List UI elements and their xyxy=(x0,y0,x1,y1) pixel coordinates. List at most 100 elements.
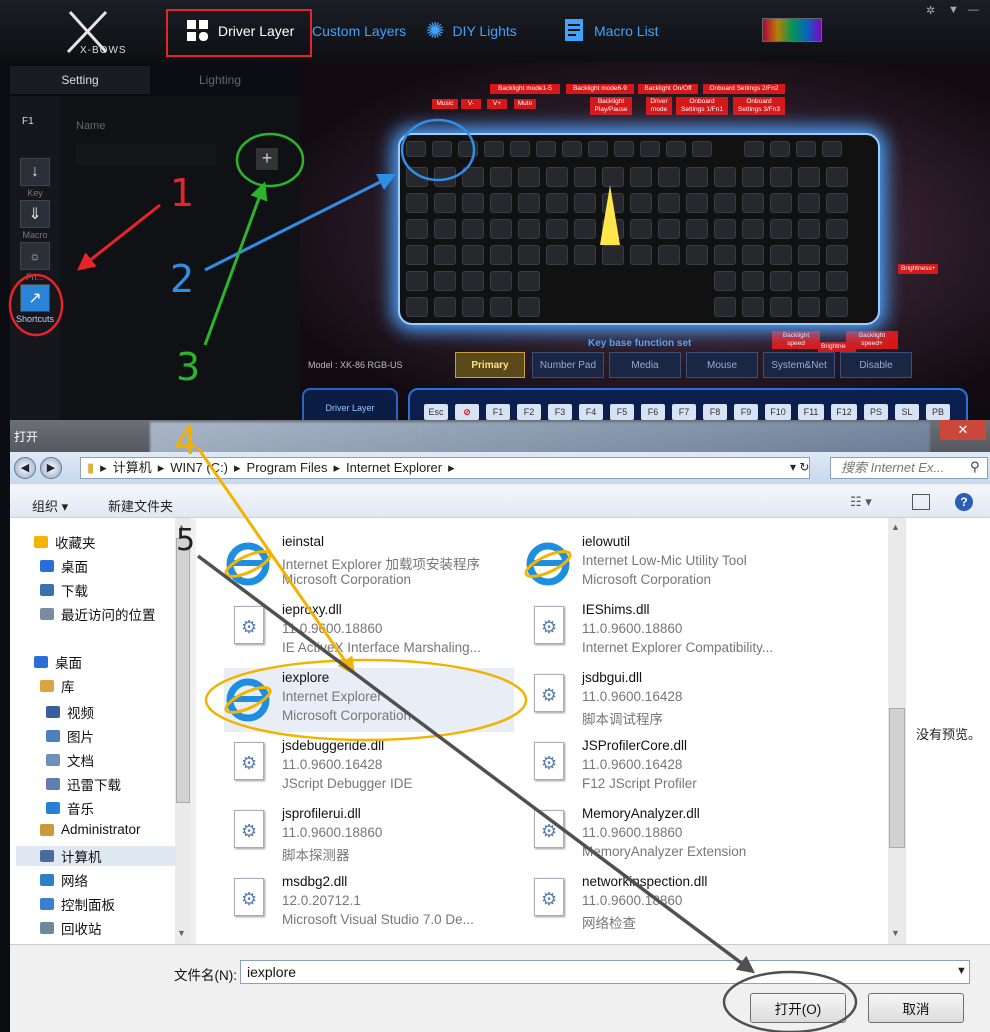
file-item[interactable]: ⚙ jsprofilerui.dll 11.0.9600.18860 脚本探测器 xyxy=(224,804,514,868)
keyboard-key[interactable] xyxy=(546,167,568,187)
nav-item[interactable]: 桌面 xyxy=(34,652,82,672)
filename-input[interactable]: iexplore xyxy=(240,960,970,984)
bottom-key[interactable]: F3 xyxy=(548,404,572,420)
shortcuts-button[interactable]: ↗ xyxy=(20,284,50,312)
nav-item[interactable]: 回收站 xyxy=(40,918,102,938)
function-tab[interactable]: Media xyxy=(609,352,681,378)
bottom-key[interactable]: F11 xyxy=(798,404,824,420)
name-input[interactable] xyxy=(76,144,216,166)
breadcrumb[interactable]: ▮ ▸ 计算机 ▸ WIN7 (C:) ▸ Program Files ▸ Intern… xyxy=(80,457,810,479)
keyboard-key[interactable] xyxy=(798,245,820,265)
keyboard-key[interactable] xyxy=(406,193,428,213)
bottom-key[interactable]: ⊘ xyxy=(455,404,479,420)
open-button[interactable]: 打开(O) xyxy=(750,993,846,1023)
crumb-program-files[interactable]: Program Files xyxy=(247,458,328,478)
keyboard-key[interactable] xyxy=(434,271,456,291)
keyboard-key[interactable] xyxy=(714,271,736,291)
keyboard-key[interactable] xyxy=(432,141,452,157)
macro-button[interactable]: ⇓ xyxy=(20,200,50,228)
keyboard-key[interactable] xyxy=(798,167,820,187)
keyboard-key[interactable] xyxy=(826,245,848,265)
keyboard-key[interactable] xyxy=(630,219,652,239)
file-item[interactable]: ⚙ IEShims.dll 11.0.9600.18860 Internet Expl… xyxy=(524,600,814,664)
nav-item[interactable]: 最近访问的位置 xyxy=(40,604,156,624)
keyboard-key[interactable] xyxy=(744,141,764,157)
function-tab[interactable]: Primary xyxy=(455,352,525,378)
forward-button[interactable]: ▶ xyxy=(40,457,62,479)
keyboard-key[interactable] xyxy=(798,219,820,239)
tab-macro-list[interactable]: Macro List xyxy=(564,14,659,48)
bottom-key[interactable]: F1 xyxy=(486,404,510,420)
bottom-key[interactable]: PB xyxy=(926,404,950,420)
keyboard-key[interactable] xyxy=(490,271,512,291)
bottom-key[interactable]: F2 xyxy=(517,404,541,420)
keyboard-key[interactable] xyxy=(434,167,456,187)
history-dropdown-icon[interactable]: ▾ ↻ xyxy=(790,460,809,474)
keyboard-key[interactable] xyxy=(574,245,596,265)
function-tab[interactable]: System&Net xyxy=(763,352,835,378)
subtab-lighting[interactable]: Lighting xyxy=(150,66,290,94)
keyboard-key[interactable] xyxy=(826,193,848,213)
keyboard-key[interactable] xyxy=(490,167,512,187)
keyboard-key[interactable] xyxy=(770,167,792,187)
keyboard-key[interactable] xyxy=(518,245,540,265)
keyboard-key[interactable] xyxy=(602,245,624,265)
bottom-key[interactable]: F7 xyxy=(672,404,696,420)
keyboard-key[interactable] xyxy=(546,245,568,265)
file-item[interactable]: ⚙ jsdebuggeride.dll 11.0.9600.16428 JScript… xyxy=(224,736,514,800)
new-folder-button[interactable]: 新建文件夹 xyxy=(108,496,173,515)
keyboard-key[interactable] xyxy=(614,141,634,157)
keyboard-key[interactable] xyxy=(462,193,484,213)
file-item[interactable]: ⚙ networkinspection.dll 11.0.9600.18860 网络检… xyxy=(524,872,814,936)
keyboard-key[interactable] xyxy=(798,271,820,291)
keyboard-key[interactable] xyxy=(546,219,568,239)
keyboard-key[interactable] xyxy=(462,271,484,291)
keyboard-key[interactable] xyxy=(770,297,792,317)
keyboard-key[interactable] xyxy=(666,141,686,157)
nav-item[interactable]: 网络 xyxy=(40,870,88,890)
keyboard-key[interactable] xyxy=(798,297,820,317)
settings-icon[interactable]: ✲ xyxy=(926,4,935,17)
keyboard-key[interactable] xyxy=(822,141,842,157)
keyboard-key[interactable] xyxy=(562,141,582,157)
tab-diy-lights[interactable]: ✺ DIY Lights xyxy=(426,14,517,48)
keyboard-key[interactable] xyxy=(658,167,680,187)
crumb-drive[interactable]: WIN7 (C:) xyxy=(170,458,228,478)
keyboard-key[interactable] xyxy=(574,167,596,187)
keyboard-key[interactable] xyxy=(602,167,624,187)
keyboard-key[interactable] xyxy=(714,245,736,265)
file-item[interactable]: iexplore Internet Explorer Microsoft Corpo… xyxy=(224,668,514,732)
nav-item[interactable]: 计算机 xyxy=(16,846,176,866)
nav-item[interactable]: 桌面 xyxy=(40,556,88,576)
keyboard-key[interactable] xyxy=(458,141,478,157)
keyboard-key[interactable] xyxy=(434,245,456,265)
keyboard-key[interactable] xyxy=(742,297,764,317)
tab-driver-layer[interactable]: Driver Layer xyxy=(186,14,294,48)
keyboard-key[interactable] xyxy=(484,141,504,157)
keyboard-key[interactable] xyxy=(518,297,540,317)
keyboard-key[interactable] xyxy=(770,271,792,291)
keyboard-key[interactable] xyxy=(462,219,484,239)
file-item[interactable]: ⚙ ieproxy.dll 11.0.9600.18860 IE ActiveX In… xyxy=(224,600,514,664)
keyboard-key[interactable] xyxy=(406,245,428,265)
keyboard-key[interactable] xyxy=(686,193,708,213)
keyboard-key[interactable] xyxy=(462,167,484,187)
keyboard-key[interactable] xyxy=(714,167,736,187)
keyboard-key[interactable] xyxy=(490,245,512,265)
keyboard-key[interactable] xyxy=(658,219,680,239)
keyboard-key[interactable] xyxy=(770,245,792,265)
keyboard-key[interactable] xyxy=(434,219,456,239)
keyboard-key[interactable] xyxy=(462,245,484,265)
pin-icon[interactable]: ▼ xyxy=(948,4,959,16)
keyboard-key[interactable] xyxy=(742,245,764,265)
search-input[interactable]: 搜索 Internet Ex... xyxy=(830,457,988,479)
keyboard-key[interactable] xyxy=(518,193,540,213)
bottom-key[interactable]: F9 xyxy=(734,404,758,420)
keyboard-key[interactable] xyxy=(826,219,848,239)
bottom-key[interactable]: F5 xyxy=(610,404,634,420)
tab-custom-layers[interactable]: Custom Layers xyxy=(312,14,406,48)
key-button[interactable]: ↓ xyxy=(20,158,50,186)
keyboard-key[interactable] xyxy=(630,245,652,265)
keyboard-key[interactable] xyxy=(796,141,816,157)
file-item[interactable]: ⚙ MemoryAnalyzer.dll 11.0.9600.18860 Memory… xyxy=(524,804,814,868)
